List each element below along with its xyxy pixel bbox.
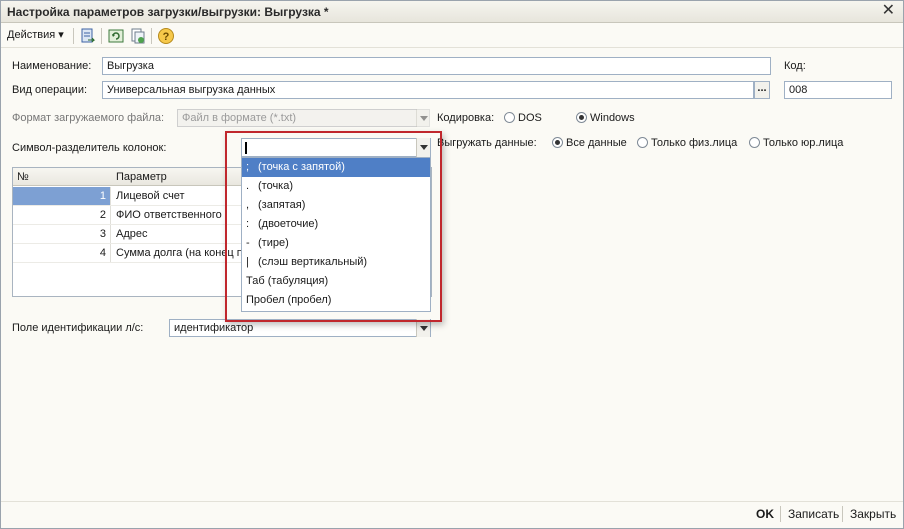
row-parameter: Адрес [116,228,148,240]
option-symbol: | [246,256,249,268]
file-format-label: Формат загружаемого файла: [12,112,165,124]
option-symbol: - [246,237,250,249]
option-label: (тире) [258,237,289,249]
export-legal-label: Только юр.лица [763,137,844,149]
row-number: 1 [13,187,111,205]
separator-option-comma[interactable]: , (запятая) [242,196,430,215]
close-button[interactable]: Закрыть [850,507,896,521]
option-symbol: ; [246,161,250,173]
file-format-dropdown-icon [416,109,430,127]
option-label: (точка с запятой) [258,161,345,173]
encoding-dos-label: DOS [518,112,542,124]
actions-menu[interactable]: Действия ▾ [7,28,64,41]
export-all-label: Все данные [566,137,627,149]
encoding-dos-radio[interactable] [504,112,515,123]
separator-option-pipe[interactable]: | (слэш вертикальный) [242,253,430,272]
encoding-label: Кодировка: [437,112,495,124]
option-label: (слэш вертикальный) [258,256,368,268]
separator-options-list[interactable]: ; (точка с запятой) . (точка) , (запятая) :… [241,157,431,312]
id-field-label: Поле идентификации л/с: [12,322,144,334]
copy-document-icon[interactable] [129,27,147,45]
row-number: 3 [13,225,111,243]
operation-select-button[interactable]: ... [754,81,770,99]
settings-window: Настройка параметров загрузки/выгрузки: … [0,0,904,529]
toolbar: Действия ▾ ? [1,24,903,48]
name-input[interactable]: Выгрузка [102,57,771,75]
option-label: (двоеточие) [258,218,319,230]
separator-input[interactable] [241,138,431,157]
encoding-windows-radio[interactable] [576,112,587,123]
operation-label: Вид операции: [12,84,88,96]
column-header-parameter[interactable]: Параметр [116,171,167,183]
refresh-icon[interactable] [107,27,125,45]
footer-button-divider [780,506,781,522]
option-label: (точка) [258,180,294,192]
row-parameter: ФИО ответственного [116,209,222,221]
export-label: Выгружать данные: [437,137,537,149]
encoding-windows-label: Windows [590,112,635,124]
export-individuals-radio[interactable] [637,137,648,148]
option-label: Пробел (пробел) [246,294,332,306]
title-bar: Настройка параметров загрузки/выгрузки: … [1,1,903,23]
option-symbol: : [246,218,250,230]
separator-option-semicolon[interactable]: ; (точка с запятой) [242,158,430,177]
footer-divider [1,501,903,502]
close-icon[interactable]: ✕ [882,3,895,19]
row-parameter: Сумма долга (на конец п [116,247,243,259]
option-label: (запятая) [258,199,306,211]
option-label: Таб (табуляция) [246,275,329,287]
separator-option-tab[interactable]: Таб (табуляция) [242,272,430,291]
help-icon[interactable]: ? [157,27,175,45]
export-individuals-label: Только физ.лица [651,137,738,149]
name-label: Наименование: [12,60,92,72]
save-button[interactable]: Записать [788,507,839,521]
separator-option-dash[interactable]: - (тире) [242,234,430,253]
toolbar-divider [101,28,102,44]
separator-label: Символ-разделитель колонок: [12,142,167,154]
help-glyph: ? [163,31,170,43]
option-symbol: . [246,180,250,192]
toolbar-divider [151,28,152,44]
ok-button[interactable]: OK [756,507,774,521]
text-cursor [245,142,247,154]
separator-dropdown-icon[interactable] [416,138,430,157]
window-title: Настройка параметров загрузки/выгрузки: … [7,5,329,19]
file-format-value: Файл в формате (*.txt) [182,112,297,124]
separator-option-colon[interactable]: : (двоеточие) [242,215,430,234]
toolbar-divider [73,28,74,44]
footer-button-divider [842,506,843,522]
option-symbol: , [246,199,250,211]
row-parameter: Лицевой счет [116,190,185,202]
code-label: Код: [784,60,806,72]
actions-label: Действия [7,29,56,41]
id-field-value: идентификатор [174,322,254,334]
separator-option-space[interactable]: Пробел (пробел) [242,291,430,310]
row-number: 4 [13,244,111,262]
export-legal-radio[interactable] [749,137,760,148]
row-number: 2 [13,206,111,224]
export-all-radio[interactable] [552,137,563,148]
separator-option-dot[interactable]: . (точка) [242,177,430,196]
operation-input[interactable]: Универсальная выгрузка данных [102,81,754,99]
column-header-number[interactable]: № [17,171,29,183]
export-list-icon[interactable] [79,27,97,45]
code-input[interactable]: 008 [784,81,892,99]
file-format-select: Файл в формате (*.txt) [177,109,430,127]
